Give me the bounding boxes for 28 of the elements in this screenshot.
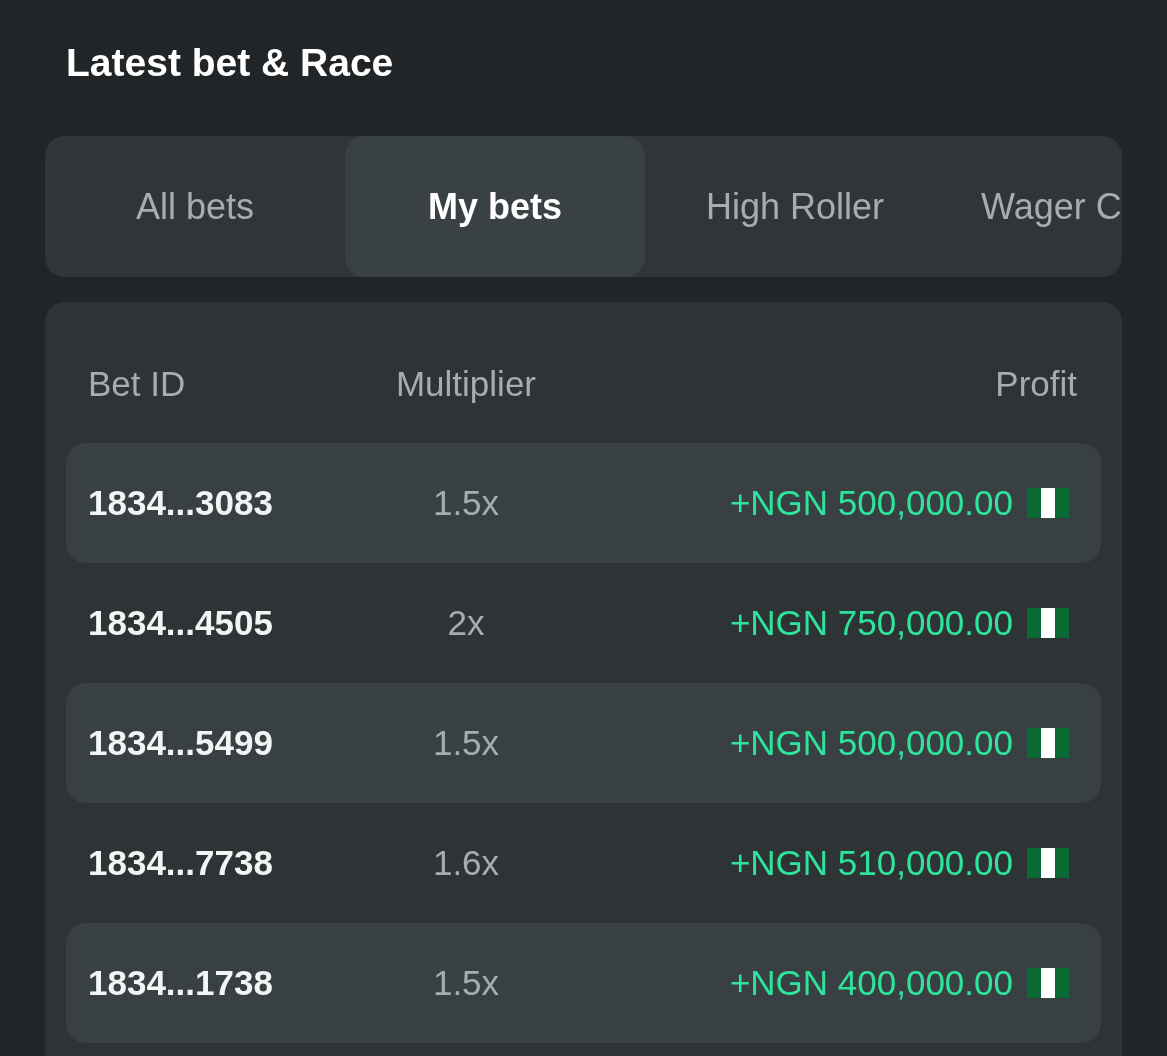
multiplier-cell-text: 2x bbox=[446, 601, 486, 644]
flag-icon bbox=[1027, 968, 1069, 998]
bet-id-cell-text: 1834...7738 bbox=[88, 841, 274, 884]
tab[interactable]: High Roller bbox=[645, 136, 945, 277]
profit-cell-text: +NGN 500,000.00 bbox=[729, 721, 1013, 764]
flag-icon bbox=[1027, 728, 1069, 758]
flag-icon bbox=[1027, 848, 1069, 878]
column-header: Bet ID bbox=[88, 363, 187, 406]
profit-cell-text: +NGN 400,000.00 bbox=[729, 961, 1013, 1004]
tab[interactable]: My bets bbox=[345, 136, 645, 277]
column-header: Multiplier bbox=[394, 363, 537, 406]
profit-cell-text: +NGN 750,000.00 bbox=[729, 601, 1013, 644]
flag-icon bbox=[1027, 608, 1069, 638]
bet-id-cell-text: 1834...3083 bbox=[88, 481, 274, 524]
tab[interactable]: All bets bbox=[45, 136, 345, 277]
column-header: Profit bbox=[994, 363, 1077, 406]
multiplier-cell-text: 1.5x bbox=[431, 961, 501, 1004]
bet-id-cell-text: 1834...4505 bbox=[88, 601, 274, 644]
multiplier-cell-text: 1.5x bbox=[431, 481, 501, 524]
section-title: Latest bet & Race bbox=[66, 42, 394, 82]
profit-cell-text: +NGN 500,000.00 bbox=[729, 481, 1013, 524]
profit-cell-text: +NGN 510,000.00 bbox=[729, 841, 1013, 884]
bet-id-cell-text: 1834...5499 bbox=[88, 721, 274, 764]
multiplier-cell-text: 1.5x bbox=[431, 721, 501, 764]
tab[interactable]: Wager C bbox=[945, 136, 1122, 277]
multiplier-cell-text: 1.6x bbox=[431, 841, 501, 884]
flag-icon bbox=[1027, 488, 1069, 518]
bet-id-cell-text: 1834...1738 bbox=[88, 961, 274, 1004]
